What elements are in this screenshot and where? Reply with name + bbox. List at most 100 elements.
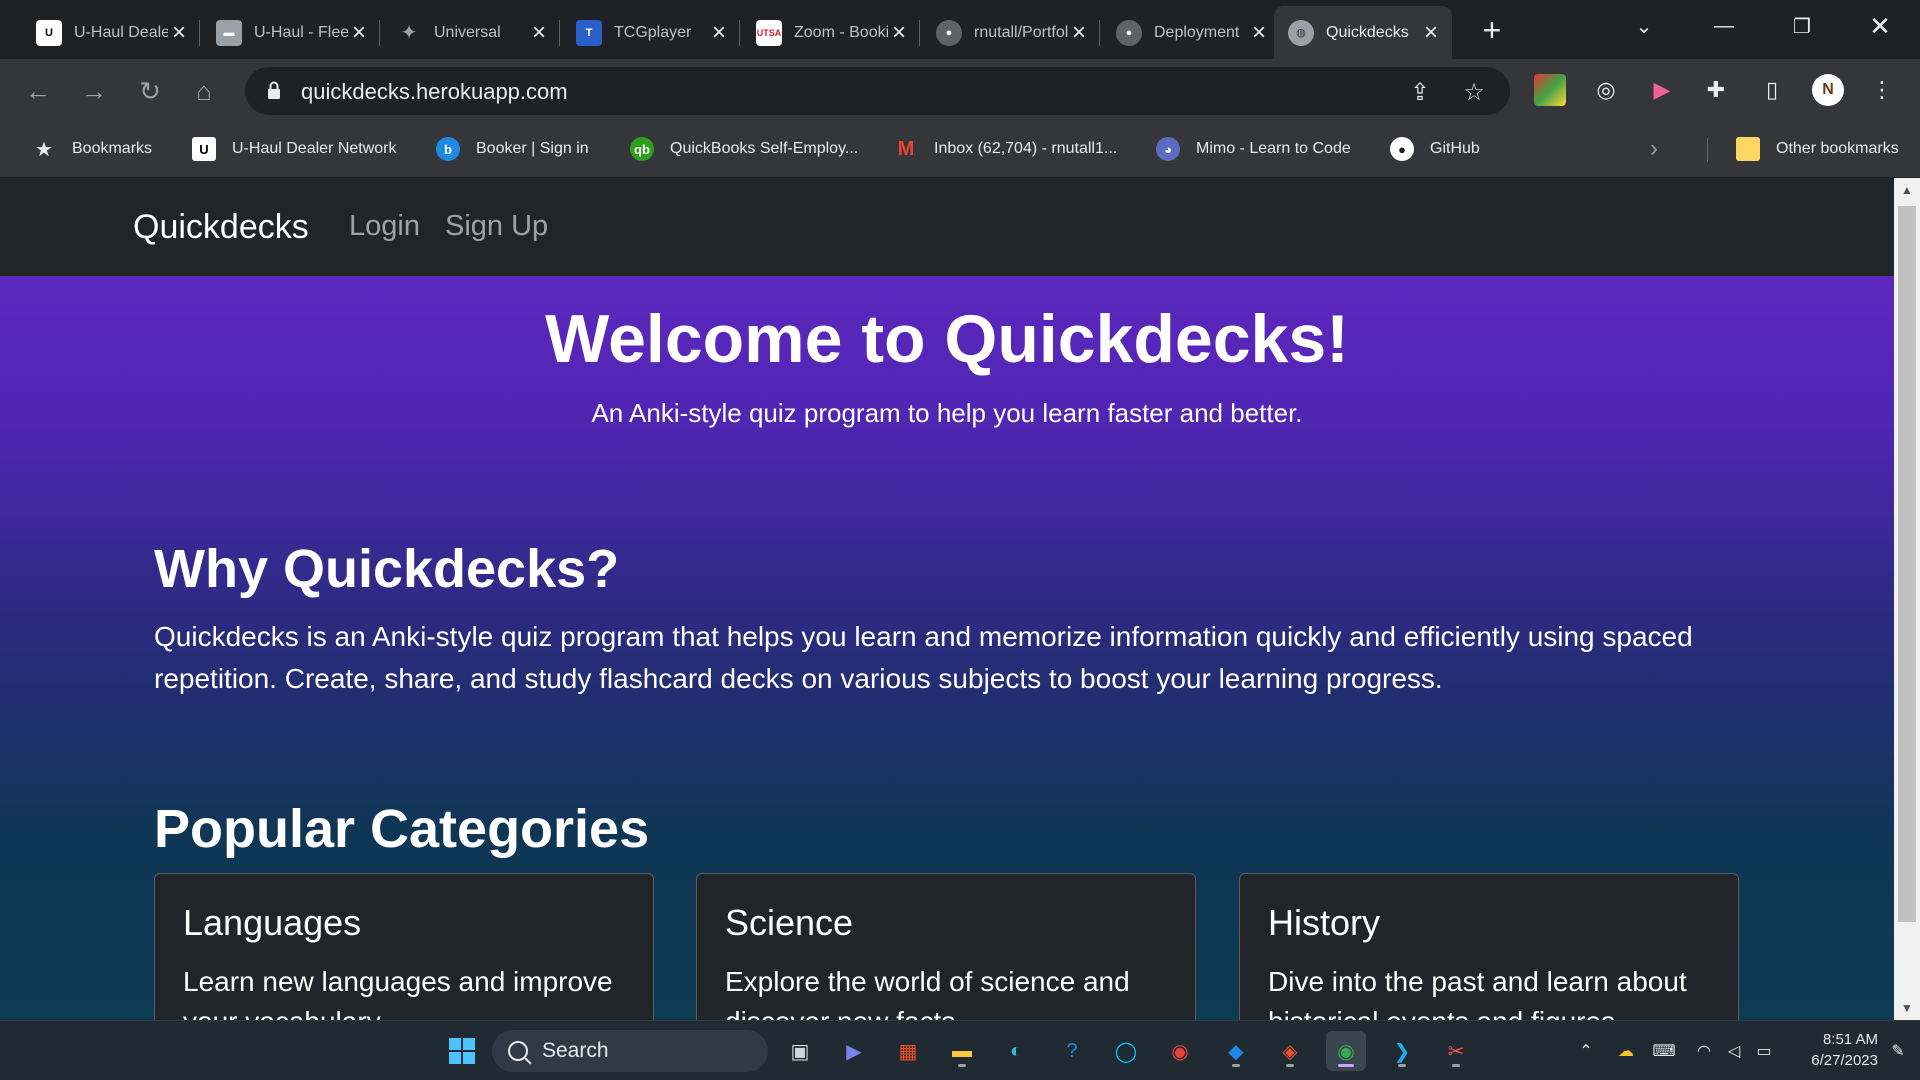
category-card-languages[interactable]: Languages Learn new languages and improv… [154,873,654,1020]
bookmark-github[interactable]: ● GitHub [1390,132,1480,166]
nav-login-link[interactable]: Login [349,210,420,243]
tab-tcgplayer[interactable]: T TCGplayer × [562,6,740,59]
tab-uhaul-fleet[interactable]: ▬ U-Haul - Fleet × [202,6,380,59]
teams-chat-icon[interactable]: ▶ [834,1031,874,1071]
volume-icon[interactable]: ◁ [1722,1039,1746,1063]
restore-button[interactable]: ❐ [1762,0,1842,52]
tab-title: Deployment [1154,23,1240,41]
card-text: Dive into the past and learn about histo… [1268,966,1687,1020]
card-text: Explore the world of science and discove… [725,966,1130,1020]
chrome-dev-icon[interactable]: ◉ [1160,1031,1200,1071]
scroll-down-arrow-icon[interactable]: ▼ [1894,996,1920,1020]
close-window-button[interactable]: ✕ [1840,0,1920,52]
tab-universal[interactable]: ✦ Universal × [382,6,560,59]
start-button[interactable] [442,1031,482,1071]
side-panel-icon[interactable]: ▯ [1756,74,1788,106]
menu-kebab-icon[interactable]: ⋮ [1866,74,1898,106]
minimize-button[interactable]: — [1684,0,1764,52]
tab-title: U-Haul Dealer Network [74,23,168,41]
close-icon[interactable]: × [348,20,370,44]
windows-logo-icon [449,1038,475,1064]
bookmark-star-icon[interactable]: ☆ [1459,77,1489,107]
notifications-icon[interactable]: ✎ [1886,1039,1910,1063]
folder-icon [1736,137,1760,161]
uhaul-icon: U [36,19,62,46]
task-view-icon[interactable]: ▣ [780,1031,820,1071]
battery-icon[interactable]: ▭ [1752,1039,1776,1063]
extensions-puzzle-icon[interactable]: ✚ [1700,74,1732,106]
snipping-tool-icon[interactable]: ✂ [1436,1031,1476,1071]
globe-icon: ◍ [1288,19,1314,46]
tray-overflow-chevron-icon[interactable]: ⌃ [1574,1039,1598,1063]
taskbar-clock[interactable]: 8:51 AM 6/27/2023 [1788,1029,1878,1071]
help-icon[interactable]: ? [1052,1031,1092,1071]
close-icon[interactable]: × [168,20,190,44]
back-button[interactable]: ← [18,71,58,111]
wifi-icon[interactable]: ◠ [1692,1039,1716,1063]
forward-button[interactable]: → [74,71,114,111]
category-card-science[interactable]: Science Explore the world of science and… [696,873,1196,1020]
windows-taskbar: Search ▣ ▶ ▦ ▬ ◐ ? ◯ ◉ ◆ ◈ ◉ ❯ ✂ ⌃ ☁ ⌨ ◠… [0,1020,1920,1080]
bookmarks-overflow-chevron-icon[interactable]: › [1650,132,1658,166]
github-icon: ● [936,19,962,46]
close-icon[interactable]: × [1420,20,1442,44]
browser-toolbar: ← → ↻ ⌂ quickdecks.herokuapp.com ⇪ ☆ ◎ ▶… [0,59,1920,122]
page-scrollbar[interactable]: ▲ ▼ [1894,178,1920,1020]
extension-target-icon[interactable]: ◎ [1590,74,1622,106]
chrome-icon[interactable]: ◉ [1326,1031,1366,1071]
onedrive-warning-icon[interactable]: ☁ [1614,1039,1638,1063]
home-button[interactable]: ⌂ [184,71,224,111]
close-icon[interactable]: × [1248,20,1270,44]
widgets-store-icon[interactable]: ▦ [888,1031,928,1071]
why-heading: Why Quickdecks? [154,539,620,599]
tab-uhaul-dealer[interactable]: U U-Haul Dealer Network × [22,6,200,59]
close-icon[interactable]: × [528,20,550,44]
bookmark-gmail[interactable]: M Inbox (62,704) - rnutall1... [894,132,1118,166]
close-icon[interactable]: × [888,20,910,44]
card-title: History [1268,902,1381,943]
bookmark-bookmarks[interactable]: ★ Bookmarks [32,132,152,166]
bookmark-booker[interactable]: b Booker | Sign in [436,132,589,166]
tab-zoom[interactable]: UTSA Zoom - Booking × [742,6,920,59]
tab-search-button[interactable]: ⌄ [1604,0,1684,52]
vscode-icon[interactable]: ❯ [1382,1031,1422,1071]
taskbar-search[interactable]: Search [492,1030,768,1072]
bookmarks-bar: ★ Bookmarks U U-Haul Dealer Network b Bo… [0,122,1920,178]
close-icon[interactable]: × [1068,20,1090,44]
tab-title: rnutall/Portfolio [974,23,1068,41]
tab-quickdecks[interactable]: ◍ Quickdecks × [1274,6,1452,59]
bookmark-other[interactable]: Other bookmarks [1736,132,1899,166]
keyboard-icon[interactable]: ⌨ [1652,1039,1676,1063]
site-brand-link[interactable]: Quickdecks [133,208,309,247]
tab-github-portfolio[interactable]: ● rnutall/Portfolio × [922,6,1100,59]
star-icon: ✦ [400,22,418,44]
profile-avatar[interactable]: N [1812,74,1844,106]
scroll-up-arrow-icon[interactable]: ▲ [1894,178,1920,202]
edge-icon[interactable]: ◐ [996,1031,1036,1071]
extension-record-icon[interactable]: ▶ [1646,74,1678,106]
share-icon[interactable]: ⇪ [1405,77,1435,107]
category-card-history[interactable]: History Dive into the past and learn abo… [1239,873,1739,1020]
tab-deployment[interactable]: ● Deployment × [1102,6,1280,59]
bookmark-uhaul-dealer-network[interactable]: U U-Haul Dealer Network [192,132,397,166]
extension-color-icon[interactable] [1534,74,1566,106]
file-explorer-icon[interactable]: ▬ [942,1031,982,1071]
clock-date: 6/27/2023 [1811,1052,1878,1069]
close-icon[interactable]: × [708,20,730,44]
scroll-thumb[interactable] [1898,206,1916,922]
bookmark-quickbooks[interactable]: qb QuickBooks Self-Employ... [630,132,858,166]
azure-studio-icon[interactable]: ◆ [1216,1031,1256,1071]
lock-icon [268,81,280,99]
plus-icon: + [1482,11,1502,48]
bookmark-mimo[interactable]: ◕ Mimo - Learn to Code [1156,132,1351,166]
reload-button[interactable]: ↻ [130,71,170,111]
new-tab-button[interactable]: + [1470,12,1514,48]
git-icon[interactable]: ◈ [1270,1031,1310,1071]
tab-title: TCGplayer [614,23,692,41]
address-bar[interactable]: quickdecks.herokuapp.com ⇪ ☆ [245,67,1510,115]
star-icon: ★ [35,138,53,161]
alexa-icon[interactable]: ◯ [1106,1031,1146,1071]
github-icon: ● [1116,19,1142,46]
tab-title: Universal [434,23,501,41]
nav-signup-link[interactable]: Sign Up [445,210,548,243]
